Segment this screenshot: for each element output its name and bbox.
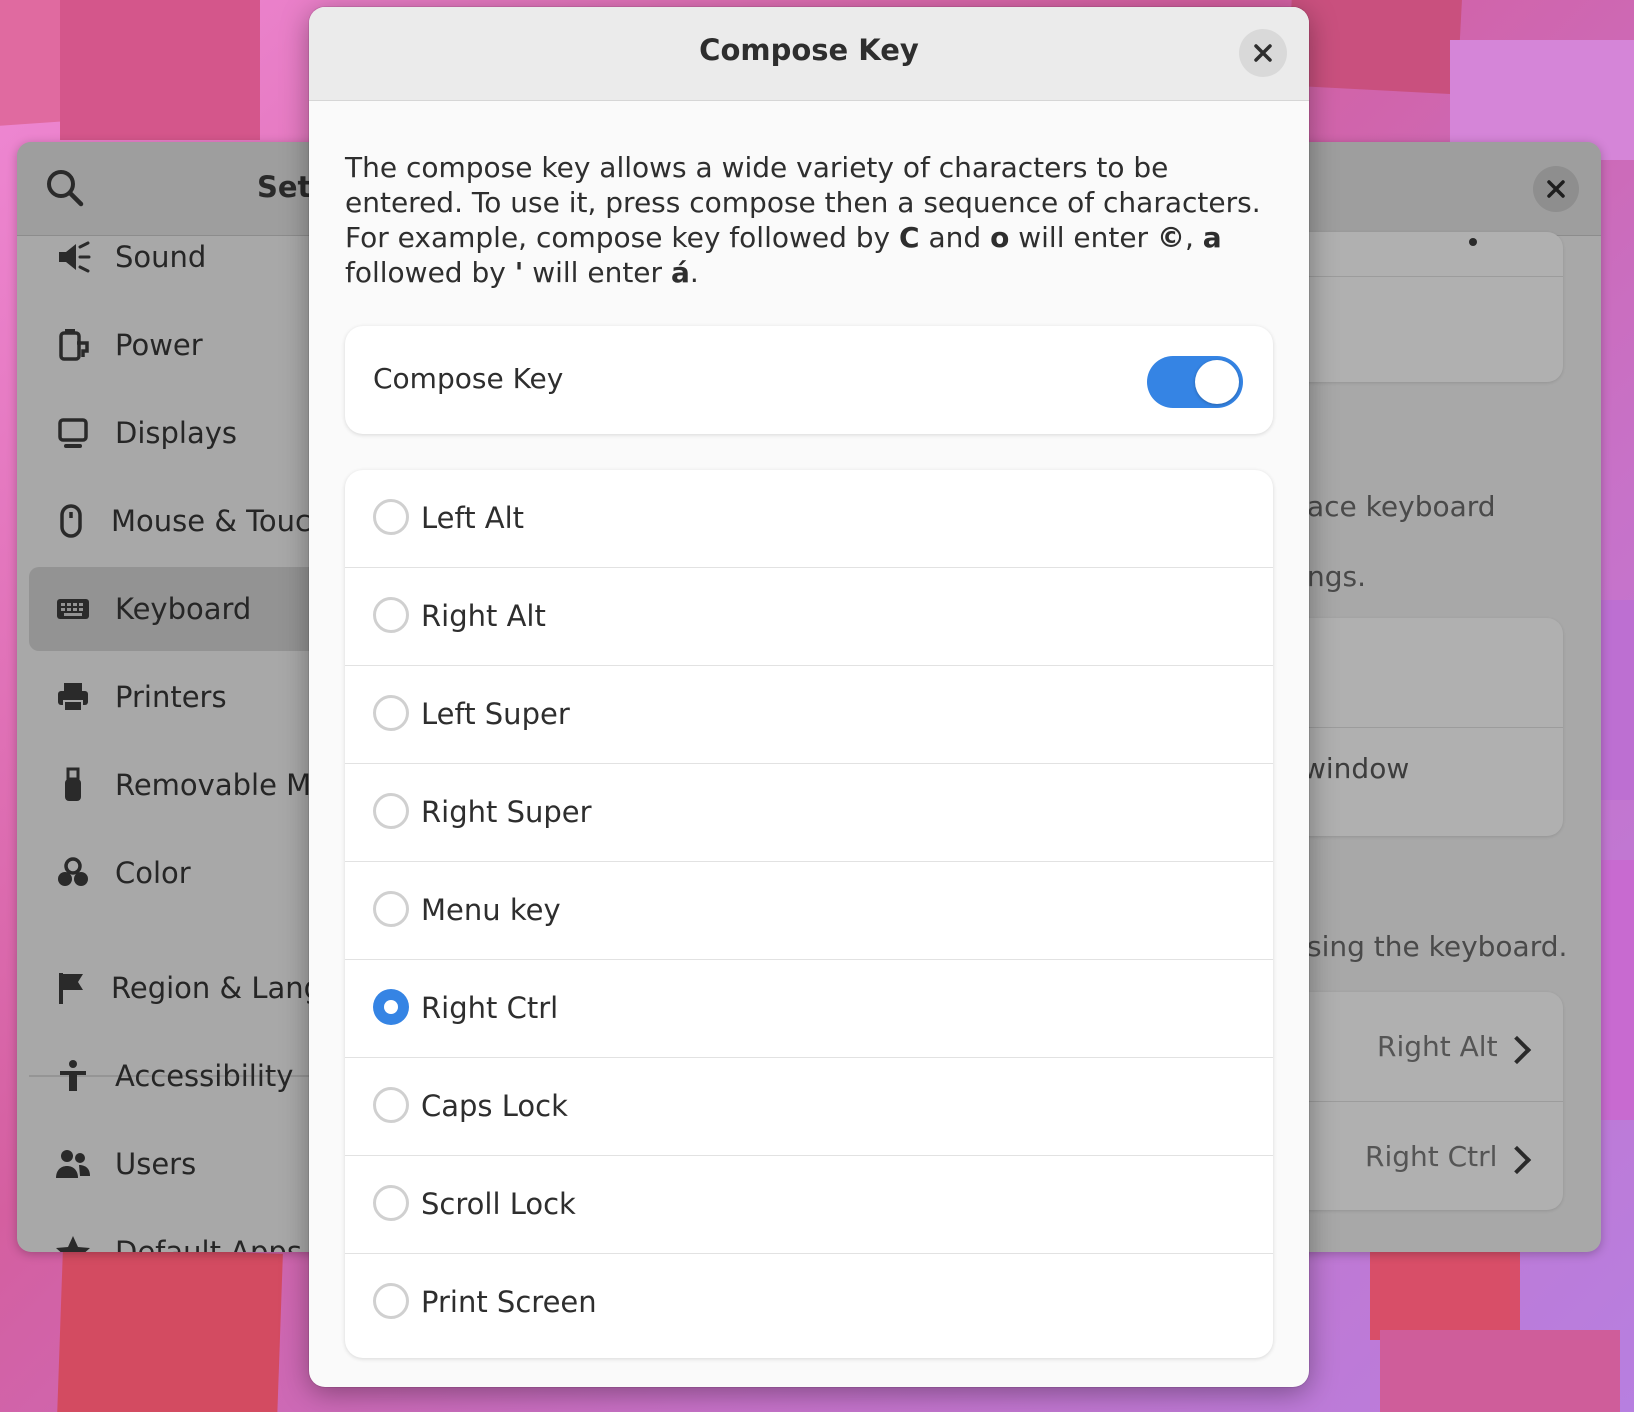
mouse-icon [60, 504, 82, 538]
sidebar-item-label: Displays [115, 416, 238, 450]
radio-button[interactable] [373, 793, 409, 829]
users-icon [56, 1150, 90, 1178]
option-scroll-lock[interactable]: Scroll Lock [345, 1156, 1273, 1254]
option-label: Right Ctrl [421, 991, 559, 1025]
option-label: Scroll Lock [421, 1187, 576, 1221]
sidebar-item-label: Accessibility [115, 1059, 294, 1093]
sidebar-item-label: Removable Me [114, 768, 329, 802]
radio-button[interactable] [373, 597, 409, 633]
radio-button-selected[interactable] [373, 989, 409, 1025]
sidebar-item-label: Default Apps [115, 1235, 302, 1252]
keyboard-icon [57, 599, 89, 619]
option-label: Right Super [421, 795, 592, 829]
sidebar-item-power[interactable]: Power [29, 303, 329, 387]
speaker-icon [59, 241, 91, 273]
switch-knob [1195, 360, 1239, 404]
option-right-super[interactable]: Right Super [345, 764, 1273, 862]
color-icon [58, 857, 88, 886]
option-caps-lock[interactable]: Caps Lock [345, 1058, 1273, 1156]
settings-close-button[interactable] [1533, 166, 1579, 212]
option-label: Menu key [421, 893, 561, 927]
dialog-close-button[interactable] [1239, 29, 1287, 77]
sidebar-item-label: Sound [115, 240, 207, 274]
radio-button[interactable] [373, 1087, 409, 1123]
option-label: Right Alt [421, 599, 546, 633]
close-icon [1547, 180, 1565, 198]
option-label: Left Super [421, 697, 570, 731]
radio-button[interactable] [373, 499, 409, 535]
search-icon [47, 170, 84, 207]
sidebar-item-region[interactable]: Region & Langu [29, 946, 340, 1030]
option-label: Left Alt [421, 501, 525, 535]
sidebar-item-label: Printers [115, 680, 227, 714]
sidebar-item-removable-media[interactable]: Removable Me [29, 743, 329, 827]
radio-button[interactable] [373, 891, 409, 927]
alternate-characters-value: Right Alt [1377, 1030, 1498, 1063]
star-icon [56, 1236, 90, 1252]
accessibility-icon [60, 1060, 86, 1091]
option-left-super[interactable]: Left Super [345, 666, 1273, 764]
usb-icon [64, 767, 81, 801]
option-print-screen[interactable]: Print Screen [345, 1254, 1273, 1351]
sidebar-item-color[interactable]: Color [29, 831, 329, 915]
compose-key-options-list: Left Alt Right Alt Left Super Right Supe… [345, 470, 1273, 1358]
sidebar-item-default-apps[interactable]: Default Apps [29, 1210, 329, 1252]
option-menu-key[interactable]: Menu key [345, 862, 1273, 960]
settings-sidebar: Sound Power Displays Mouse & Touch Keybo… [17, 235, 340, 1252]
option-right-ctrl[interactable]: Right Ctrl [345, 960, 1273, 1058]
dialog-title: Compose Key [699, 33, 919, 67]
radio-button[interactable] [373, 695, 409, 731]
sidebar-item-label: Power [115, 328, 203, 362]
sidebar-item-label: Keyboard [115, 592, 252, 626]
dialog-headerbar: Compose Key [309, 7, 1309, 101]
sidebar-item-label: Color [115, 856, 191, 890]
power-icon [59, 329, 89, 361]
sidebar-item-printers[interactable]: Printers [29, 655, 329, 739]
printer-icon [58, 683, 88, 712]
background-text: ace keyboard [1307, 490, 1496, 523]
option-right-alt[interactable]: Right Alt [345, 568, 1273, 666]
sidebar-item-mouse[interactable]: Mouse & Touch [29, 479, 329, 563]
sidebar-item-label: Mouse & Touch [111, 504, 330, 538]
compose-key-switch[interactable] [1147, 356, 1243, 408]
option-label: Caps Lock [421, 1089, 568, 1123]
sidebar-item-label: Region & Langu [111, 971, 341, 1005]
sidebar-item-keyboard[interactable]: Keyboard [29, 567, 329, 651]
sidebar-item-displays[interactable]: Displays [29, 391, 329, 475]
search-button[interactable] [43, 166, 87, 210]
compose-key-description: The compose key allows a wide variety of… [345, 151, 1261, 289]
display-icon [58, 418, 88, 448]
sidebar-item-accessibility[interactable]: Accessibility [29, 1034, 329, 1118]
option-label: Print Screen [421, 1285, 597, 1319]
compose-key-toggle-row: Compose Key [345, 326, 1273, 434]
close-icon [1254, 44, 1272, 62]
sidebar-item-sound[interactable]: Sound [29, 215, 329, 299]
background-text: ngs. [1307, 560, 1367, 593]
sidebar-item-label: Users [115, 1147, 197, 1181]
background-text: window [1303, 752, 1410, 785]
background-text: sing the keyboard. [1307, 930, 1568, 963]
compose-key-toggle-label: Compose Key [373, 362, 564, 395]
compose-key-dialog: Compose Key The compose key allows a wid… [309, 7, 1309, 1387]
radio-button[interactable] [373, 1185, 409, 1221]
option-left-alt[interactable]: Left Alt [345, 470, 1273, 568]
radio-button[interactable] [373, 1283, 409, 1319]
compose-key-value: Right Ctrl [1365, 1140, 1498, 1173]
sidebar-item-users[interactable]: Users [29, 1122, 329, 1206]
flag-icon [59, 973, 83, 1004]
